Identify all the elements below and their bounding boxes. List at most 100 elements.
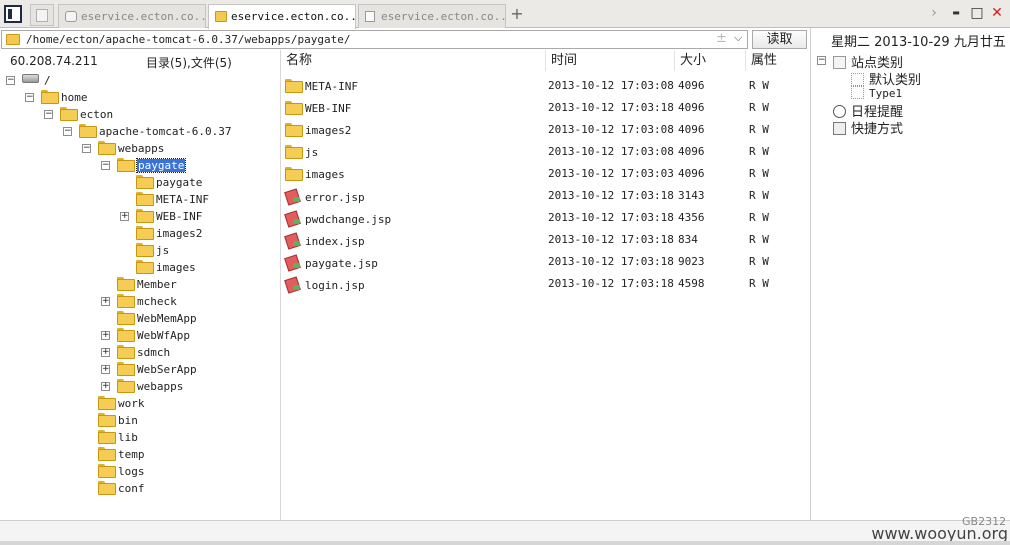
new-tab-plus-icon[interactable]: + <box>510 5 524 23</box>
tree-item[interactable]: logs <box>98 464 145 481</box>
tree-item[interactable]: lib <box>98 430 138 447</box>
expand-icon[interactable]: + <box>120 212 129 221</box>
column-name[interactable]: 名称 <box>281 50 546 71</box>
collapse-icon[interactable]: − <box>101 161 110 170</box>
tree-item[interactable]: + WEB-INF <box>120 209 203 226</box>
file-row[interactable]: WEB-INF 2013-10-12 17:03:18 4096 R W <box>281 97 810 119</box>
file-row[interactable]: images2 2013-10-12 17:03:08 4096 R W <box>281 119 810 141</box>
tree-item[interactable]: − paygate <box>101 158 187 175</box>
close-icon[interactable]: ✕ <box>989 4 1005 22</box>
collapse-icon[interactable]: − <box>6 76 15 85</box>
read-button[interactable]: 读取 <box>752 30 807 49</box>
address-path: /home/ecton/apache-tomcat-6.0.37/webapps… <box>26 33 351 46</box>
collapse-icon[interactable]: − <box>82 144 91 153</box>
minimize-icon[interactable]: ▬ <box>948 4 964 22</box>
tree-item-label: work <box>118 397 145 410</box>
directory-tree-pane: 60.208.74.211 目录(5),文件(5) − / − home − ecton −… <box>0 50 281 520</box>
tree-item[interactable]: − ecton <box>44 107 113 124</box>
collapse-icon[interactable]: − <box>44 110 53 119</box>
expand-icon[interactable]: + <box>101 365 110 374</box>
tree-item-label: Member <box>137 278 177 291</box>
document-icon <box>365 11 375 22</box>
file-row[interactable]: login.jsp 2013-10-12 17:03:18 4598 R W <box>281 273 810 295</box>
tab-2[interactable]: eservice.ecton.co... <box>208 4 356 29</box>
expand-icon[interactable]: + <box>101 348 110 357</box>
tree-item[interactable]: META-INF <box>136 192 209 209</box>
collapse-icon[interactable]: − <box>25 93 34 102</box>
shortcuts-label: 快捷方式 <box>851 122 904 137</box>
file-row[interactable]: index.jsp 2013-10-12 17:03:18 834 R W <box>281 229 810 251</box>
column-size[interactable]: 大小 <box>675 50 746 71</box>
chevron-down-icon[interactable]: ⌵ <box>734 31 742 45</box>
column-time[interactable]: 时间 <box>546 50 675 71</box>
column-attr[interactable]: 属性 <box>746 50 810 71</box>
horizontal-scrollbar[interactable] <box>0 541 1010 545</box>
tree-item[interactable]: js <box>136 243 169 260</box>
tree-item[interactable]: − home <box>25 90 88 107</box>
file-name: pwdchange.jsp <box>305 213 392 226</box>
tree-item[interactable]: − webapps <box>82 141 164 158</box>
tree-item-label: home <box>61 91 88 104</box>
collapse-toggle-icon[interactable]: − <box>817 56 826 65</box>
type1-item[interactable]: Type1 <box>851 86 902 100</box>
file-attr: R W <box>749 233 769 246</box>
tab-1[interactable]: eservice.ecton.co... <box>58 4 206 28</box>
tree-item[interactable]: temp <box>98 447 145 464</box>
shortcuts-item[interactable]: 快捷方式 <box>833 118 903 137</box>
tree-item[interactable]: + WebWfApp <box>101 328 190 345</box>
folder-icon <box>117 294 135 308</box>
category-icon <box>851 73 864 86</box>
tree-item[interactable]: bin <box>98 413 138 430</box>
file-attr: R W <box>749 145 769 158</box>
folder-icon <box>117 362 135 376</box>
tree-header: 60.208.74.211 目录(5),文件(5) <box>0 50 281 72</box>
file-row[interactable]: paygate.jsp 2013-10-12 17:03:18 9023 R W <box>281 251 810 273</box>
tree-item[interactable]: + sdmch <box>101 345 170 362</box>
folder-icon <box>98 481 116 495</box>
blank-page-tab[interactable] <box>30 4 54 26</box>
tree-item[interactable]: Member <box>117 277 177 294</box>
tree-item[interactable]: paygate <box>136 175 202 192</box>
tree-item[interactable]: work <box>98 396 145 413</box>
collapse-icon[interactable]: − <box>63 127 72 136</box>
folder-icon <box>98 413 116 427</box>
file-attr: R W <box>749 189 769 202</box>
tree-item[interactable]: + WebSerApp <box>101 362 197 379</box>
tree-item-label: WEB-INF <box>156 210 203 223</box>
expand-icon[interactable]: + <box>101 382 110 391</box>
file-name-cell: META-INF <box>285 79 358 93</box>
tree-item[interactable]: images2 <box>136 226 202 243</box>
maximize-icon[interactable]: □ <box>969 4 985 22</box>
file-name: images <box>305 168 345 181</box>
file-row[interactable]: META-INF 2013-10-12 17:03:08 4096 R W <box>281 75 810 97</box>
address-bar[interactable]: /home/ecton/apache-tomcat-6.0.37/webapps… <box>1 30 748 49</box>
type1-label: Type1 <box>869 87 903 100</box>
file-row[interactable]: images 2013-10-12 17:03:03 4096 R W <box>281 163 810 185</box>
tree-item[interactable]: WebMemApp <box>117 311 197 328</box>
folder-icon <box>215 11 227 22</box>
bookmark-icon[interactable]: ± <box>716 31 727 46</box>
tree-item[interactable]: − apache-tomcat-6.0.37 <box>63 124 231 141</box>
file-row[interactable]: error.jsp 2013-10-12 17:03:18 3143 R W <box>281 185 810 207</box>
folder-icon <box>136 243 154 257</box>
file-time: 2013-10-12 17:03:18 <box>548 255 674 268</box>
folder-icon <box>98 464 116 478</box>
app-menu-icon[interactable] <box>4 5 22 23</box>
file-name: paygate.jsp <box>305 257 378 270</box>
file-size: 4096 <box>678 145 705 158</box>
file-row[interactable]: pwdchange.jsp 2013-10-12 17:03:18 4356 R W <box>281 207 810 229</box>
tree-item[interactable]: + mcheck <box>101 294 177 311</box>
expand-icon[interactable]: + <box>101 331 110 340</box>
forward-icon[interactable]: › <box>926 4 942 22</box>
file-row[interactable]: js 2013-10-12 17:03:08 4096 R W <box>281 141 810 163</box>
tab-3[interactable]: eservice.ecton.co... <box>358 4 506 28</box>
folder-icon <box>79 124 97 138</box>
expand-icon[interactable]: + <box>101 297 110 306</box>
tree-item[interactable]: + webapps <box>101 379 183 396</box>
file-name-cell: images <box>285 167 345 181</box>
tree-item[interactable]: images <box>136 260 196 277</box>
tree-item[interactable]: conf <box>98 481 145 498</box>
file-attr: R W <box>749 167 769 180</box>
tree-item[interactable]: − / <box>6 73 51 90</box>
tree-item-label: mcheck <box>137 295 177 308</box>
